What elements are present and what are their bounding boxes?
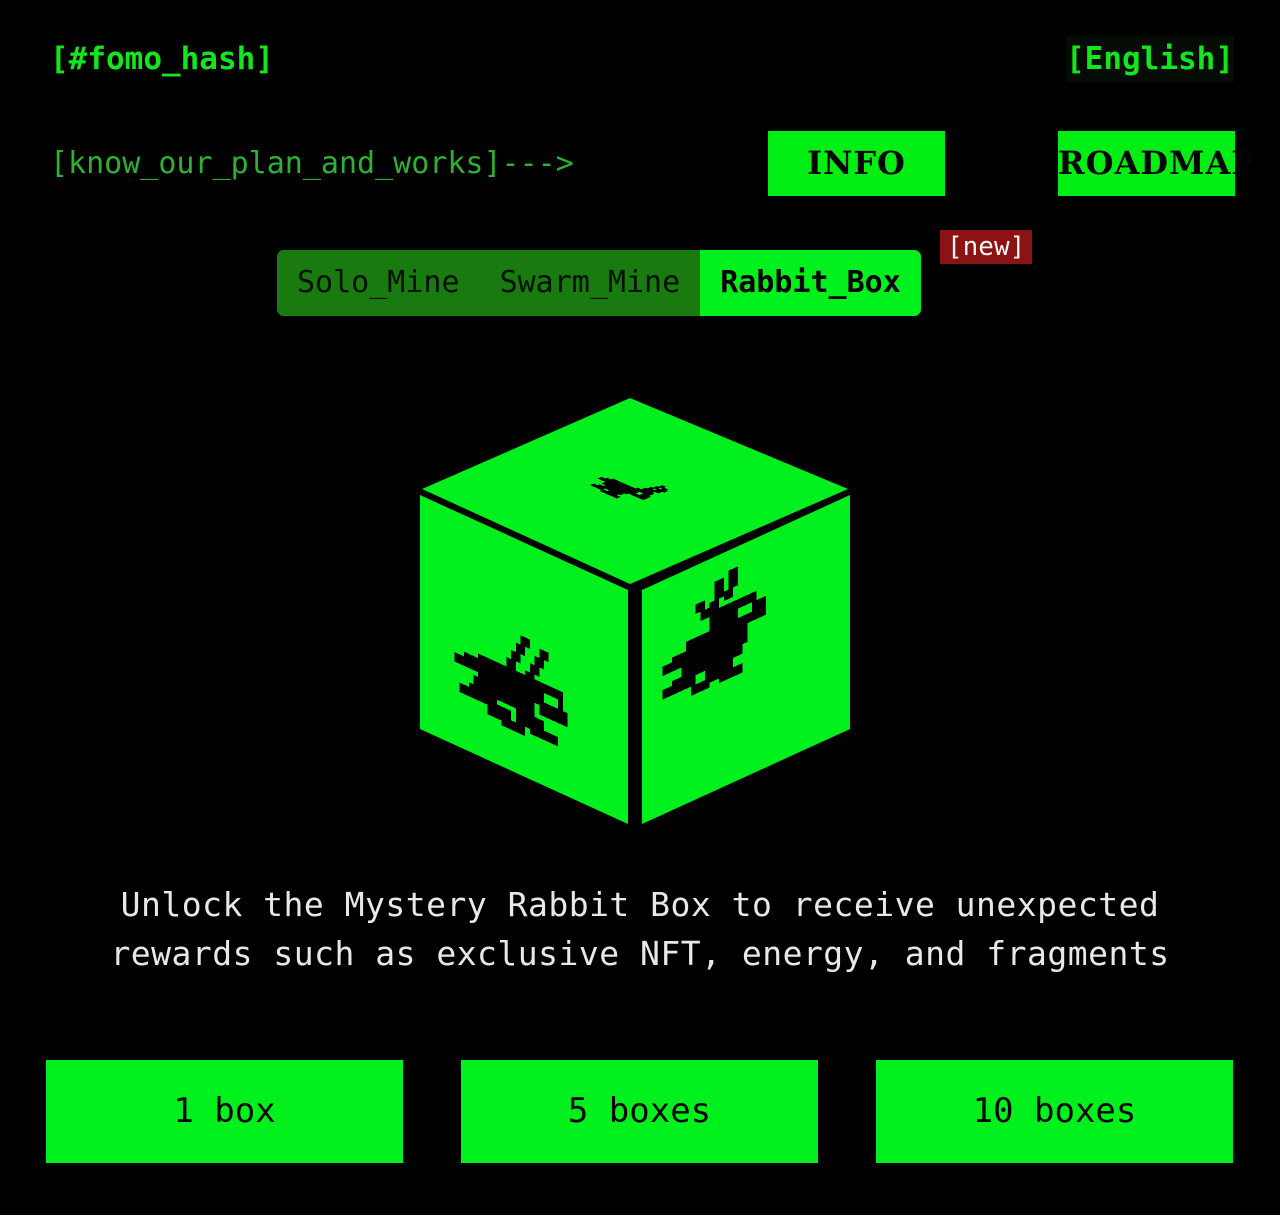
tab-rabbit-box[interactable]: Rabbit_Box — [700, 250, 921, 316]
tab-swarm-mine[interactable]: Swarm_Mine — [479, 250, 701, 316]
box-description: Unlock the Mystery Rabbit Box to receive… — [110, 885, 1170, 973]
mode-tab-bar: Solo_Mine Swarm_Mine Rabbit_Box [new] — [277, 230, 1033, 316]
new-badge: [new] — [940, 230, 1033, 264]
info-button[interactable]: INFO — [768, 131, 945, 196]
roadmap-button[interactable]: ROADMAP — [1058, 131, 1255, 196]
tab-strip: Solo_Mine Swarm_Mine Rabbit_Box — [277, 250, 921, 316]
brand-logo[interactable]: [#fomo_hash] — [50, 36, 274, 82]
language-selector[interactable]: [English] — [1066, 36, 1234, 82]
buy-10-boxes-button[interactable]: 10 boxes — [876, 1060, 1233, 1163]
purchase-options-row: 1 box 5 boxes 10 boxes — [0, 1060, 1280, 1164]
buy-5-boxes-button[interactable]: 5 boxes — [461, 1060, 818, 1163]
tab-solo-mine[interactable]: Solo_Mine — [277, 250, 480, 316]
top-header-bar: [#fomo_hash] [English] — [0, 36, 1280, 86]
buy-1-box-button[interactable]: 1 box — [46, 1060, 403, 1163]
mystery-rabbit-box-cube-icon — [420, 398, 850, 824]
nav-row: [know_our_plan_and_works]---> INFO ROADM… — [0, 131, 1280, 197]
hero-illustration — [0, 388, 1280, 833]
tagline-text: [know_our_plan_and_works]---> — [50, 146, 574, 181]
